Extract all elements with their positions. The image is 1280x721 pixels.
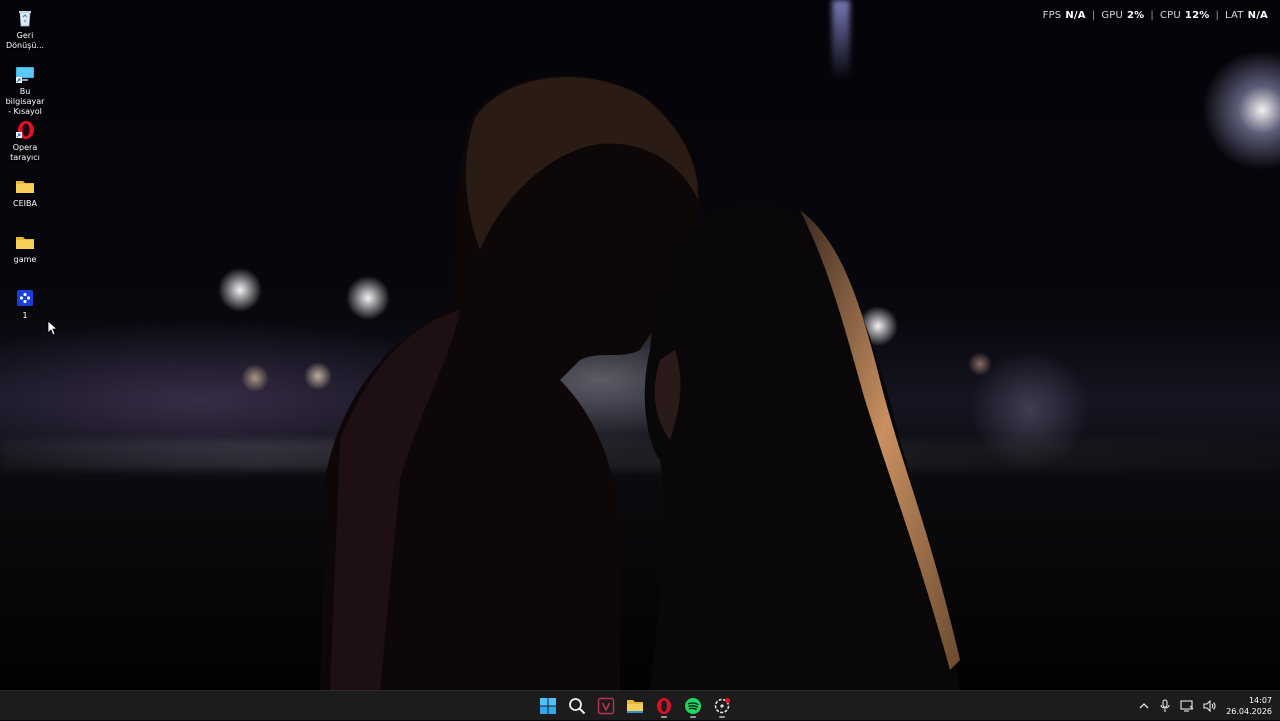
cpu-stat: CPU 12%	[1160, 10, 1209, 21]
taskbar-apps	[538, 694, 732, 718]
mouse-cursor-icon	[47, 320, 57, 336]
cpu-value: 12%	[1184, 10, 1210, 21]
volume-icon[interactable]	[1203, 700, 1217, 712]
desktop-icon-folder-ceiba[interactable]: CEIBA	[0, 176, 50, 209]
lat-stat: LAT N/A	[1225, 10, 1268, 21]
desktop-icon-app-1[interactable]: 1	[0, 288, 50, 321]
running-indicator	[719, 716, 725, 718]
spotify-icon	[685, 698, 701, 714]
taskbar-clock[interactable]: 14:07 26.04.2026	[1226, 695, 1272, 717]
desktop-icon-recycle-bin[interactable]: Geri Dönüşü...	[0, 8, 50, 51]
desktop-icon-label: Bu bilgisayar - Kısayol	[5, 87, 45, 116]
gpu-stat: GPU 2%	[1101, 10, 1144, 21]
lat-label: LAT	[1225, 10, 1244, 21]
windows-start-icon	[540, 698, 556, 714]
system-tray: 14:07 26.04.2026	[1138, 691, 1272, 721]
running-indicator	[661, 716, 667, 718]
fps-stat: FPS N/A	[1043, 10, 1086, 21]
performance-overlay: FPS N/A | GPU 2% | CPU 12% | LAT N/A	[1043, 10, 1268, 21]
desktop-icon-opera[interactable]: Opera tarayıcı	[0, 120, 50, 163]
app-icon	[15, 288, 35, 308]
v-app-icon	[597, 697, 615, 715]
this-pc-icon	[15, 64, 35, 84]
opera-icon	[657, 698, 671, 714]
desktop-icon-label: game	[13, 255, 37, 264]
desktop-icon-folder-game[interactable]: game	[0, 232, 50, 265]
separator: |	[1091, 10, 1096, 21]
taskbar-opera-button[interactable]	[654, 694, 674, 718]
recycle-bin-icon	[15, 8, 35, 28]
cpu-label: CPU	[1159, 10, 1181, 21]
gpu-value: 2%	[1127, 10, 1145, 21]
separator: |	[1215, 10, 1220, 21]
gpu-label: GPU	[1101, 10, 1124, 21]
clock-date: 26.04.2026	[1226, 707, 1272, 716]
running-indicator	[690, 716, 696, 718]
lat-value: N/A	[1247, 10, 1268, 21]
desktop-icon-label: Opera tarayıcı	[10, 143, 40, 162]
taskbar-start-button[interactable]	[538, 694, 558, 718]
fps-label: FPS	[1042, 10, 1062, 21]
gg-app-icon	[714, 698, 730, 714]
taskbar-gg-app-button[interactable]	[712, 694, 732, 718]
desktop-icon-this-pc[interactable]: Bu bilgisayar - Kısayol	[0, 64, 50, 117]
separator: |	[1150, 10, 1154, 21]
microphone-icon[interactable]	[1159, 699, 1171, 713]
desktop-icon-label: 1	[22, 311, 28, 320]
taskbar-spotify-button[interactable]	[683, 694, 703, 718]
taskbar-file-explorer-button[interactable]	[625, 694, 645, 718]
wallpaper-couple-silhouette	[320, 75, 960, 690]
taskbar-v-app-button[interactable]	[596, 694, 616, 718]
folder-icon	[15, 176, 35, 196]
fps-value: N/A	[1065, 10, 1086, 21]
taskbar: 14:07 26.04.2026	[0, 690, 1280, 720]
network-icon[interactable]	[1180, 700, 1194, 712]
search-icon	[569, 698, 586, 715]
chevron-up-icon[interactable]	[1138, 700, 1150, 712]
folder-icon	[627, 700, 643, 713]
clock-time: 14:07	[1248, 696, 1272, 705]
opera-icon	[15, 120, 35, 140]
folder-icon	[15, 232, 35, 252]
desktop-icon-label: Geri Dönüşü...	[5, 31, 45, 50]
taskbar-search-button[interactable]	[567, 694, 587, 718]
desktop-wallpaper: FPS N/A | GPU 2% | CPU 12% | LAT N/A Geri Dö…	[0, 0, 1280, 690]
desktop-icon-label: CEIBA	[13, 199, 37, 208]
